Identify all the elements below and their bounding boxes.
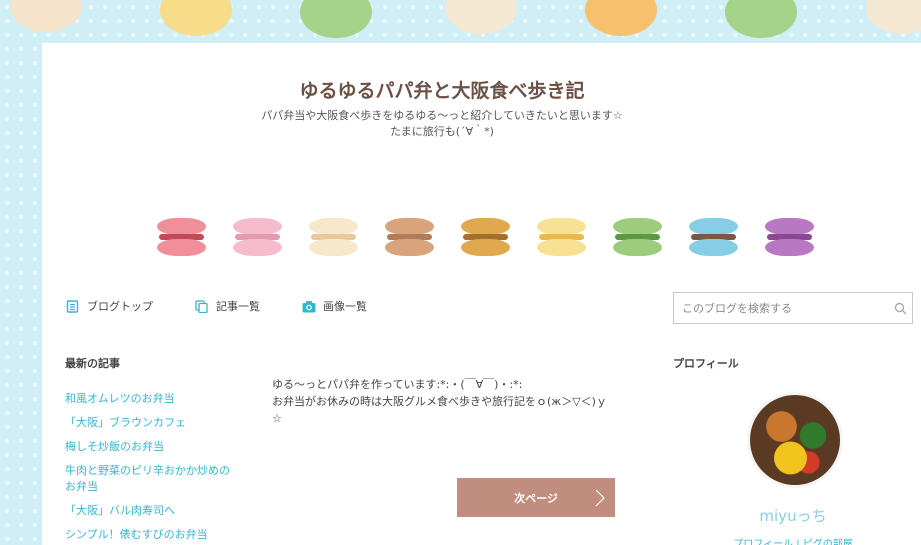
macaron-shell — [765, 239, 814, 256]
blog-description: パパ弁当や大阪食べ歩きをゆるゆる〜っと紹介していきたいと思います☆ たまに旅行も… — [42, 108, 842, 140]
macaron-yellow-icon — [537, 218, 586, 256]
macaron-tan-icon — [385, 218, 434, 256]
latest-articles-heading: 最新の記事 — [65, 357, 120, 370]
nav-article-list[interactable]: 記事一覧 — [195, 298, 260, 314]
blog-navigation: ブログトップ 記事一覧 画像一覧 — [66, 298, 367, 314]
macaron-caramel-icon — [461, 218, 510, 256]
document-icon — [66, 299, 79, 313]
profile-links[interactable]: プロフィール | ピグの部屋 — [673, 535, 913, 545]
macaron-shell — [385, 218, 434, 235]
macaron-light-pink-icon — [233, 218, 282, 256]
macaron-shell — [461, 239, 510, 256]
blog-intro-text: ゆる〜っとパパ弁を作っています:*:・(￣∀￣)・:*: お弁当がお休みの時は大… — [272, 376, 622, 427]
intro-line: お弁当がお休みの時は大阪グルメ食べ歩きや旅行記をｏ(ж＞▽＜)ｙ — [272, 395, 607, 408]
camera-icon — [302, 300, 316, 313]
latest-article-link[interactable]: 「大阪」バル肉寿司へ — [65, 503, 230, 519]
search-icon[interactable] — [888, 302, 912, 315]
macaron-shell — [157, 239, 206, 256]
intro-line: ゆる〜っとパパ弁を作っています:*:・(￣∀￣)・:*: — [272, 378, 523, 391]
intro-line: ☆ — [272, 412, 282, 425]
macaron-shell — [689, 239, 738, 256]
blog-search-box — [673, 292, 913, 324]
macaron-pink-icon — [157, 218, 206, 256]
latest-article-link[interactable]: 梅しそ炒飯のお弁当 — [65, 439, 230, 455]
blog-description-line: たまに旅行も(´∀｀*) — [390, 125, 494, 138]
macaron-decoration-row — [157, 218, 814, 256]
macaron-cream-icon — [309, 218, 358, 256]
macaron-shell — [689, 218, 738, 235]
macaron-green-icon — [613, 218, 662, 256]
profile-sidebar: プロフィール miyuっち プロフィール | ピグの部屋 — [673, 355, 913, 545]
macaron-shell — [309, 218, 358, 235]
blog-description-line: パパ弁当や大阪食べ歩きをゆるゆる〜っと紹介していきたいと思います☆ — [261, 109, 623, 122]
nav-blog-top[interactable]: ブログトップ — [66, 298, 153, 314]
macaron-shell — [613, 218, 662, 235]
macaron-shell — [157, 218, 206, 235]
nav-image-list-label: 画像一覧 — [323, 300, 367, 313]
profile-name[interactable]: miyuっち — [673, 505, 913, 526]
macaron-shell — [613, 239, 662, 256]
next-page-label: 次ページ — [514, 491, 558, 505]
search-input[interactable] — [674, 293, 888, 323]
latest-article-link[interactable]: シンプル！俵むすびのお弁当 — [65, 527, 230, 543]
latest-article-link[interactable]: 「大阪」ブラウンカフェ — [65, 415, 230, 431]
chevron-right-icon — [595, 489, 605, 510]
macaron-shell — [309, 239, 358, 256]
macaron-shell — [537, 239, 586, 256]
macaron-shell — [461, 218, 510, 235]
macaron-shell — [233, 239, 282, 256]
macaron-shell — [765, 218, 814, 235]
blog-title[interactable]: ゆるゆるパパ弁と大阪食べ歩き記 — [42, 76, 842, 103]
next-page-button[interactable]: 次ページ — [457, 478, 615, 517]
macaron-shell — [385, 239, 434, 256]
macaron-shell — [233, 218, 282, 235]
nav-image-list[interactable]: 画像一覧 — [302, 298, 367, 314]
nav-article-list-label: 記事一覧 — [216, 300, 260, 313]
macaron-blue-icon — [689, 218, 738, 256]
latest-article-link[interactable]: 牛肉と野菜のピリ辛おかか炒めのお弁当 — [65, 463, 230, 495]
latest-article-link[interactable]: 和風オムレツのお弁当 — [65, 391, 230, 407]
latest-articles-sidebar: 最新の記事 和風オムレツのお弁当 「大阪」ブラウンカフェ 梅しそ炒飯のお弁当 牛… — [65, 355, 230, 545]
macaron-purple-icon — [765, 218, 814, 256]
copy-icon — [195, 299, 208, 313]
macaron-shell — [537, 218, 586, 235]
profile-heading: プロフィール — [673, 357, 739, 370]
nav-blog-top-label: ブログトップ — [87, 300, 153, 313]
blog-container: ゆるゆるパパ弁と大阪食べ歩き記 パパ弁当や大阪食べ歩きをゆるゆる〜っと紹介してい… — [42, 43, 921, 545]
avatar[interactable] — [747, 392, 843, 488]
